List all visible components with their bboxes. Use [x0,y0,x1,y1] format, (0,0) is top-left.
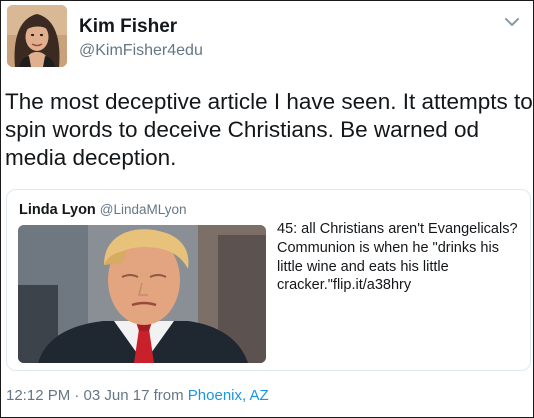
author-handle[interactable]: @KimFisher4edu [79,42,203,60]
photo-man-in-suit-red-tie [18,225,266,363]
from-label: from [153,387,184,404]
tweet-metadata: 12:12 PM · 03 Jun 17 from Phoenix, AZ [6,387,269,404]
profile-photo [7,5,67,67]
quoted-tweet-header: Linda Lyon @LindaMLyon [19,201,187,218]
quoted-author-handle[interactable]: @LindaMLyon [100,202,187,217]
quoted-tweet[interactable]: Linda Lyon @LindaMLyon 45: all Christian… [6,189,531,371]
quoted-author-name[interactable]: Linda Lyon [19,202,96,218]
avatar[interactable] [7,5,67,67]
quoted-tweet-image[interactable] [18,225,266,363]
quoted-tweet-text: 45: all Christians aren't Evangelicals? … [277,221,518,294]
tweet-timestamp[interactable]: 12:12 PM · 03 Jun 17 [6,387,149,404]
chevron-down-icon[interactable] [503,15,521,29]
tweet-card: Kim Fisher @KimFisher4edu The most decep… [0,0,534,418]
tweet-text: The most deceptive article I have seen. … [5,89,533,170]
author-name[interactable]: Kim Fisher [79,16,177,38]
tweet-location-link[interactable]: Phoenix, AZ [188,387,269,404]
